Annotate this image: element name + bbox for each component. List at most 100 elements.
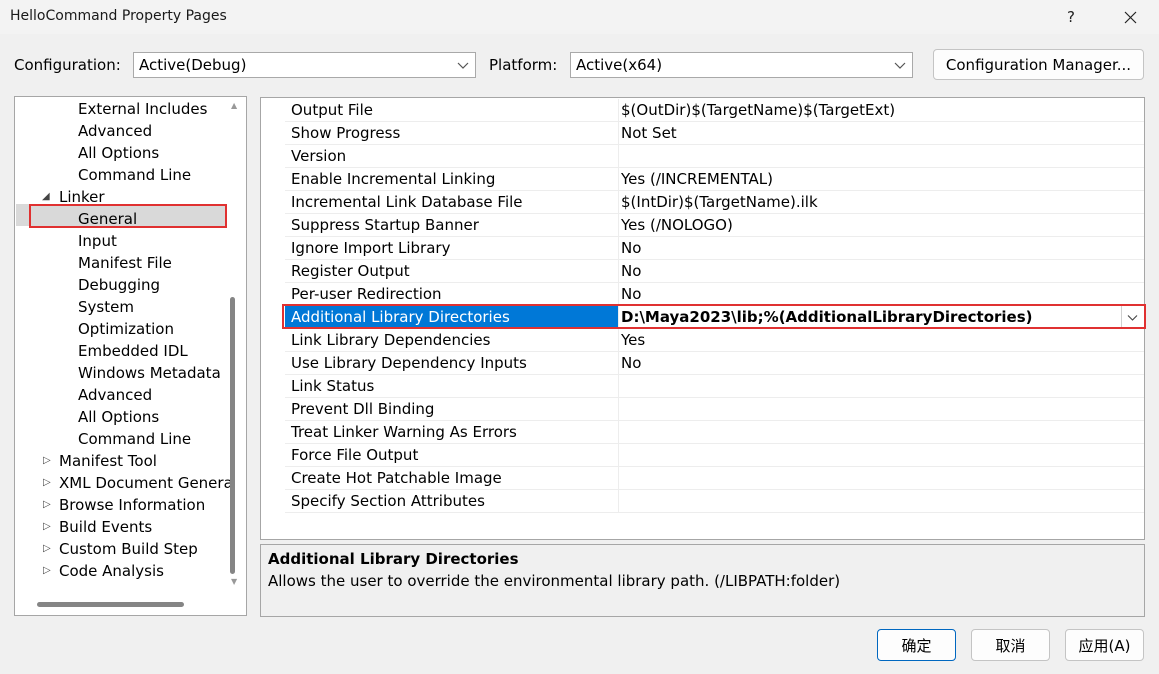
tree-item[interactable]: Optimization (78, 318, 174, 340)
apply-button[interactable]: 应用(A) (1065, 629, 1144, 661)
column-divider (618, 467, 619, 490)
column-divider (618, 237, 619, 260)
grid-annotation-box (282, 304, 1146, 329)
close-button[interactable] (1105, 0, 1155, 34)
cancel-button[interactable]: 取消 (971, 629, 1050, 661)
tree-item[interactable]: Code Analysis (59, 560, 164, 582)
column-divider (618, 99, 619, 122)
property-row[interactable]: Enable Incremental Linking Yes (/INCREMEN… (285, 168, 1144, 191)
property-row[interactable]: Per-user Redirection No (285, 283, 1144, 306)
property-value: Yes (/NOLOGO) (621, 216, 733, 234)
platform-dropdown[interactable]: Active(x64) (570, 52, 913, 78)
collapsed-arrow-icon[interactable]: ▷ (43, 521, 51, 532)
tree-item[interactable]: Embedded IDL (78, 340, 188, 362)
property-name: Suppress Startup Banner (291, 216, 479, 234)
title-bar: HelloCommand Property Pages ? (0, 0, 1159, 34)
column-divider (618, 375, 619, 398)
scroll-down-icon[interactable]: ▼ (231, 577, 237, 586)
property-name: Force File Output (291, 446, 419, 464)
property-name: Show Progress (291, 124, 401, 142)
tree-item[interactable]: Manifest File (78, 252, 172, 274)
property-name: Register Output (291, 262, 410, 280)
configuration-dropdown[interactable]: Active(Debug) (133, 52, 476, 78)
chevron-down-icon (457, 62, 469, 69)
chevron-down-icon (894, 62, 906, 69)
property-name: Ignore Import Library (291, 239, 451, 257)
property-value: No (621, 262, 642, 280)
property-row[interactable]: Create Hot Patchable Image (285, 467, 1144, 490)
ok-button[interactable]: 确定 (877, 629, 956, 661)
property-value: Yes (621, 331, 646, 349)
window-title: HelloCommand Property Pages (10, 8, 227, 24)
property-tree[interactable]: External Includes Advanced All Options Comm… (14, 96, 247, 616)
property-row[interactable]: Use Library Dependency Inputs No (285, 352, 1144, 375)
column-divider (618, 444, 619, 467)
tree-item[interactable]: Command Line (78, 164, 191, 186)
property-row[interactable]: Prevent Dll Binding (285, 398, 1144, 421)
property-row[interactable]: Ignore Import Library No (285, 237, 1144, 260)
tree-item[interactable]: Manifest Tool (59, 450, 157, 472)
tree-horizontal-scroll-thumb[interactable] (37, 602, 184, 607)
description-panel: Additional Library Directories Allows th… (260, 544, 1145, 617)
platform-value: Active(x64) (576, 56, 663, 74)
column-divider (618, 191, 619, 214)
property-name: Version (291, 147, 347, 165)
tree-item[interactable]: Browse Information (59, 494, 205, 516)
tree-item[interactable]: All Options (78, 142, 159, 164)
expanded-arrow-icon[interactable]: ◢ (42, 191, 50, 202)
property-value: No (621, 354, 642, 372)
tree-item[interactable]: External Includes (78, 98, 207, 120)
property-row[interactable]: Treat Linker Warning As Errors (285, 421, 1144, 444)
property-row[interactable]: Link Library Dependencies Yes (285, 329, 1144, 352)
property-row[interactable]: Show Progress Not Set (285, 122, 1144, 145)
property-row[interactable]: Link Status (285, 375, 1144, 398)
tree-item[interactable]: All Options (78, 406, 159, 428)
column-divider (618, 122, 619, 145)
property-name: Link Library Dependencies (291, 331, 491, 349)
property-name: Treat Linker Warning As Errors (291, 423, 517, 441)
tree-item[interactable]: System (78, 296, 134, 318)
property-name: Per-user Redirection (291, 285, 442, 303)
property-row[interactable]: Incremental Link Database File $(IntDir)$… (285, 191, 1144, 214)
property-row[interactable]: Output File $(OutDir)$(TargetName)$(Targe… (285, 99, 1144, 122)
tree-item[interactable]: Debugging (78, 274, 160, 296)
tree-item[interactable]: Custom Build Step (59, 538, 198, 560)
property-name: Specify Section Attributes (291, 492, 485, 510)
scroll-up-icon[interactable]: ▲ (231, 101, 237, 110)
property-row[interactable]: Suppress Startup Banner Yes (/NOLOGO) (285, 214, 1144, 237)
configuration-label: Configuration: (14, 56, 121, 74)
tree-item[interactable]: XML Document Genera (59, 472, 233, 494)
column-divider (618, 283, 619, 306)
tree-item[interactable]: Windows Metadata (78, 362, 221, 384)
column-divider (618, 421, 619, 444)
column-divider (618, 329, 619, 352)
tree-item[interactable]: Input (78, 230, 117, 252)
property-row[interactable]: Specify Section Attributes (285, 490, 1144, 513)
column-divider (618, 490, 619, 513)
property-value: No (621, 285, 642, 303)
column-divider (618, 214, 619, 237)
property-name: Enable Incremental Linking (291, 170, 496, 188)
property-value: No (621, 239, 642, 257)
property-value: $(IntDir)$(TargetName).ilk (621, 193, 818, 211)
column-divider (618, 398, 619, 421)
property-row[interactable]: Register Output No (285, 260, 1144, 283)
collapsed-arrow-icon[interactable]: ▷ (43, 455, 51, 466)
configuration-manager-button[interactable]: Configuration Manager... (933, 49, 1144, 80)
help-button[interactable]: ? (1046, 0, 1096, 34)
collapsed-arrow-icon[interactable]: ▷ (43, 565, 51, 576)
collapsed-arrow-icon[interactable]: ▷ (43, 543, 51, 554)
property-row[interactable]: Force File Output (285, 444, 1144, 467)
column-divider (618, 168, 619, 191)
tree-item[interactable]: Advanced (78, 120, 152, 142)
tree-item[interactable]: Build Events (59, 516, 152, 538)
property-name: Incremental Link Database File (291, 193, 523, 211)
collapsed-arrow-icon[interactable]: ▷ (43, 499, 51, 510)
tree-item[interactable]: Advanced (78, 384, 152, 406)
platform-label: Platform: (489, 56, 558, 74)
collapsed-arrow-icon[interactable]: ▷ (43, 477, 51, 488)
tree-item[interactable]: Command Line (78, 428, 191, 450)
column-divider (618, 352, 619, 375)
property-row[interactable]: Version (285, 145, 1144, 168)
tree-scroll-thumb[interactable] (230, 297, 235, 574)
